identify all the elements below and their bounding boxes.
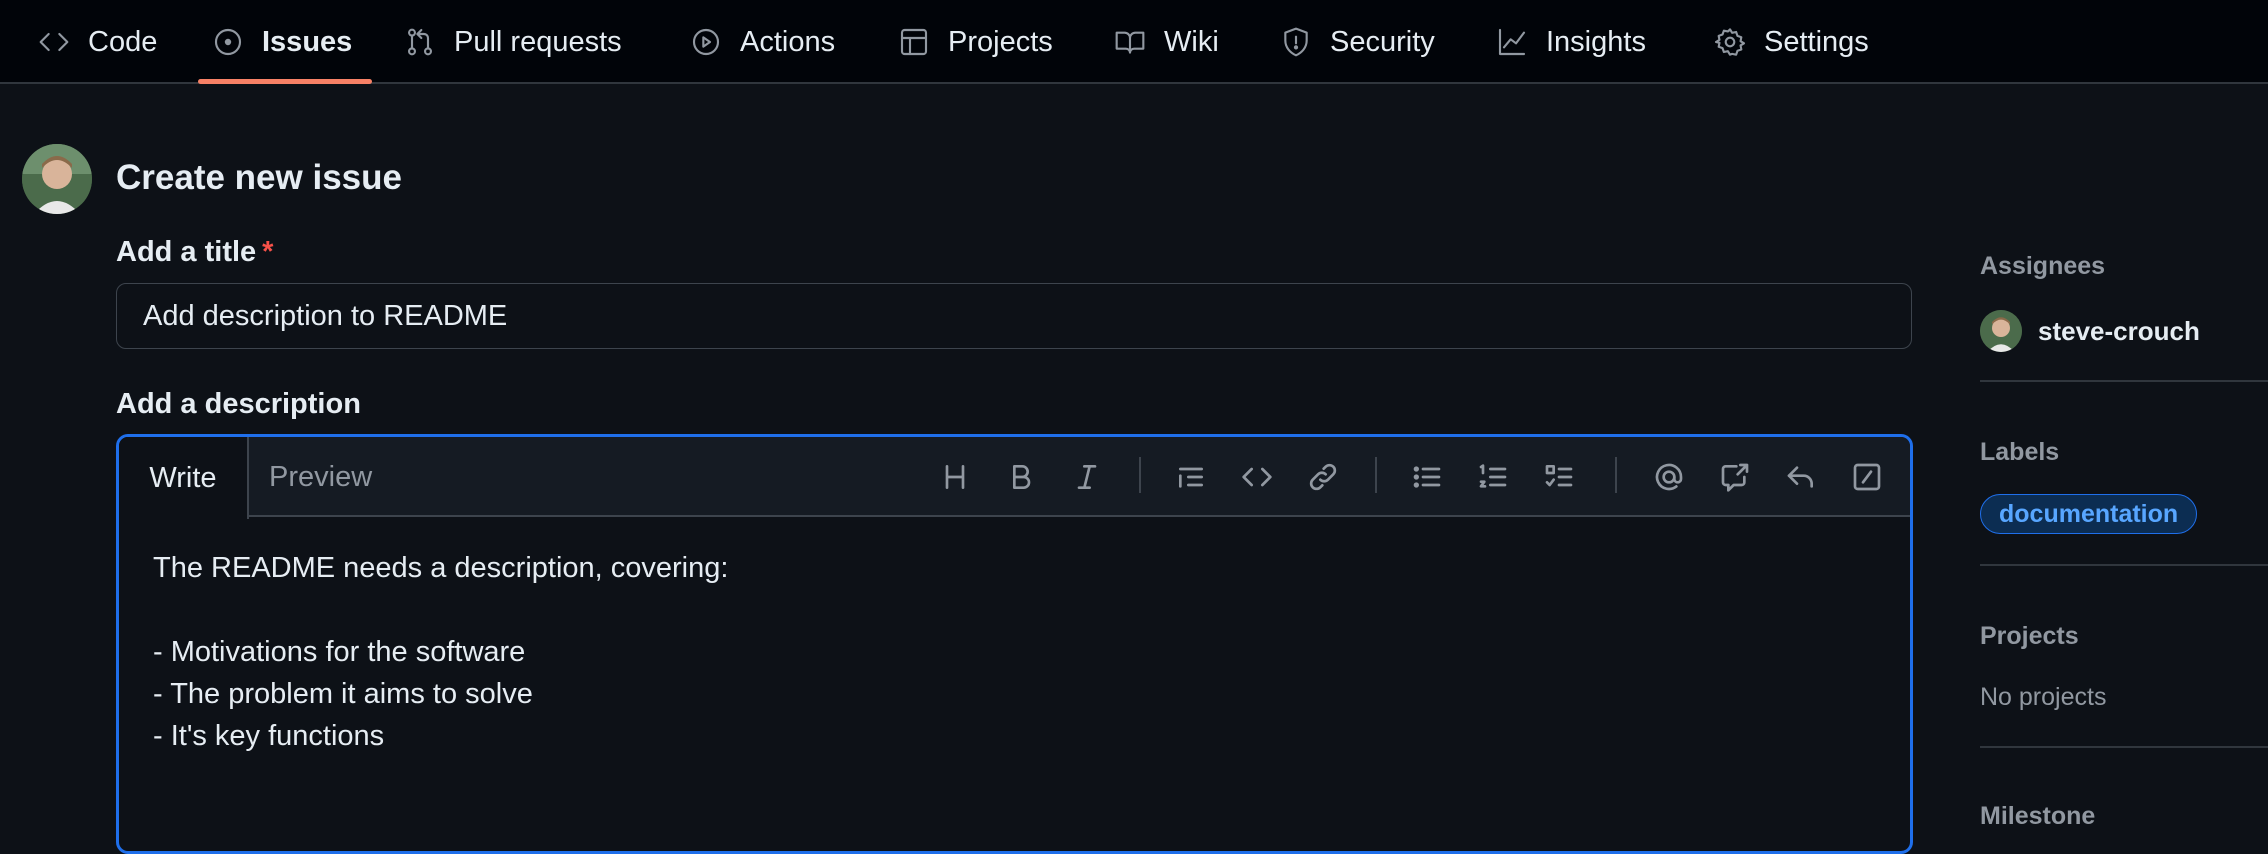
tab-preview[interactable]: Preview xyxy=(269,437,372,517)
reply-icon xyxy=(1787,466,1813,488)
slash-command-button[interactable] xyxy=(1847,457,1887,497)
title-label: Add a title * xyxy=(116,236,273,269)
tab-insights[interactable]: Insights xyxy=(1496,0,1646,84)
book-icon xyxy=(1115,31,1145,54)
tab-write[interactable]: Write xyxy=(119,437,249,519)
tab-settings[interactable]: Settings xyxy=(1714,0,1869,84)
bold-button[interactable] xyxy=(1001,457,1041,497)
ordered-list-button[interactable] xyxy=(1473,457,1513,497)
tab-projects-label: Projects xyxy=(948,25,1053,58)
slash-command-icon xyxy=(1853,463,1881,491)
page-title: Create new issue xyxy=(116,158,402,197)
tab-code-label: Code xyxy=(88,25,158,58)
assignees-heading[interactable]: Assignees xyxy=(1980,252,2105,281)
tab-security[interactable]: Security xyxy=(1280,0,1435,84)
required-mark: * xyxy=(262,236,274,268)
tab-issues-label: Issues xyxy=(262,25,353,58)
toolbar-divider xyxy=(1375,457,1377,493)
tab-code[interactable]: Code xyxy=(38,0,157,84)
description-line: - Motivations for the software xyxy=(153,636,526,668)
sidebar-divider xyxy=(1980,746,2268,748)
tab-insights-label: Insights xyxy=(1546,25,1646,58)
toolbar-divider xyxy=(1615,457,1617,493)
tab-pull-requests[interactable]: Pull requests xyxy=(404,0,622,84)
user-avatar-image xyxy=(22,144,92,214)
italic-icon xyxy=(1077,465,1097,489)
assignee-item[interactable]: steve-crouch xyxy=(1980,310,2200,352)
tab-actions[interactable]: Actions xyxy=(690,0,835,84)
shield-icon xyxy=(1284,27,1308,57)
graph-icon xyxy=(1498,28,1526,56)
bold-icon xyxy=(1013,465,1031,489)
repo-nav: Code Issues Pull requests Actions Projec… xyxy=(0,0,2268,84)
code-button[interactable] xyxy=(1237,457,1277,497)
cross-reference-button[interactable] xyxy=(1715,457,1755,497)
title-label-text: Add a title xyxy=(116,236,257,268)
tasklist-button[interactable] xyxy=(1539,457,1579,497)
tasklist-icon xyxy=(1545,465,1573,487)
description-textarea[interactable]: The README needs a description, covering… xyxy=(153,547,728,757)
labels-heading[interactable]: Labels xyxy=(1980,438,2059,467)
reply-button[interactable] xyxy=(1781,457,1821,497)
unordered-list-icon xyxy=(1413,466,1441,488)
tab-settings-label: Settings xyxy=(1764,25,1869,58)
assignee-avatar-image xyxy=(1980,310,2022,352)
unordered-list-button[interactable] xyxy=(1407,457,1447,497)
link-button[interactable] xyxy=(1303,457,1343,497)
sidebar-divider xyxy=(1980,564,2268,566)
tab-issues[interactable]: Issues xyxy=(212,0,352,84)
tab-actions-label: Actions xyxy=(740,25,836,58)
heading-icon xyxy=(945,465,965,489)
tab-wiki[interactable]: Wiki xyxy=(1114,0,1219,84)
issue-opened-icon xyxy=(214,28,242,56)
description-line xyxy=(153,589,728,631)
tab-wiki-label: Wiki xyxy=(1164,25,1219,58)
link-icon xyxy=(1309,463,1337,491)
title-input[interactable]: Add description to README xyxy=(116,283,1912,349)
mention-icon xyxy=(1655,463,1683,491)
assignee-name: steve-crouch xyxy=(2038,315,2200,346)
code-icon xyxy=(39,32,69,52)
play-icon xyxy=(692,28,720,56)
editor-header: Write Preview xyxy=(119,437,1910,519)
milestone-heading[interactable]: Milestone xyxy=(1980,802,2095,831)
heading-button[interactable] xyxy=(935,457,975,497)
code-icon xyxy=(1242,467,1272,487)
ordered-list-icon xyxy=(1479,464,1507,488)
git-pull-request-icon xyxy=(407,28,433,56)
quote-button[interactable] xyxy=(1171,457,1211,497)
assignee-avatar xyxy=(1980,310,2022,352)
cross-reference-icon xyxy=(1721,463,1749,492)
sidebar-divider xyxy=(1980,380,2268,382)
italic-button[interactable] xyxy=(1067,457,1107,497)
title-input-value: Add description to README xyxy=(143,299,508,332)
description-editor[interactable]: Write Preview The README needs a descrip… xyxy=(116,434,1913,854)
description-line: The README needs a description, covering… xyxy=(153,552,729,584)
projects-heading[interactable]: Projects xyxy=(1980,622,2079,651)
label-documentation[interactable]: documentation xyxy=(1980,494,2198,534)
table-icon xyxy=(900,28,928,56)
toolbar-divider xyxy=(1139,457,1141,493)
description-line: - The problem it aims to solve xyxy=(153,678,533,710)
gear-icon xyxy=(1714,28,1746,56)
active-tab-indicator xyxy=(198,79,372,84)
quote-icon xyxy=(1179,467,1203,488)
tab-projects[interactable]: Projects xyxy=(898,0,1053,84)
projects-value: No projects xyxy=(1980,683,2107,711)
avatar[interactable] xyxy=(22,144,92,214)
tab-security-label: Security xyxy=(1330,25,1435,58)
mention-button[interactable] xyxy=(1649,457,1689,497)
tab-pull-requests-label: Pull requests xyxy=(454,25,622,58)
description-line: - It's key functions xyxy=(153,720,385,752)
description-label: Add a description xyxy=(116,388,361,420)
